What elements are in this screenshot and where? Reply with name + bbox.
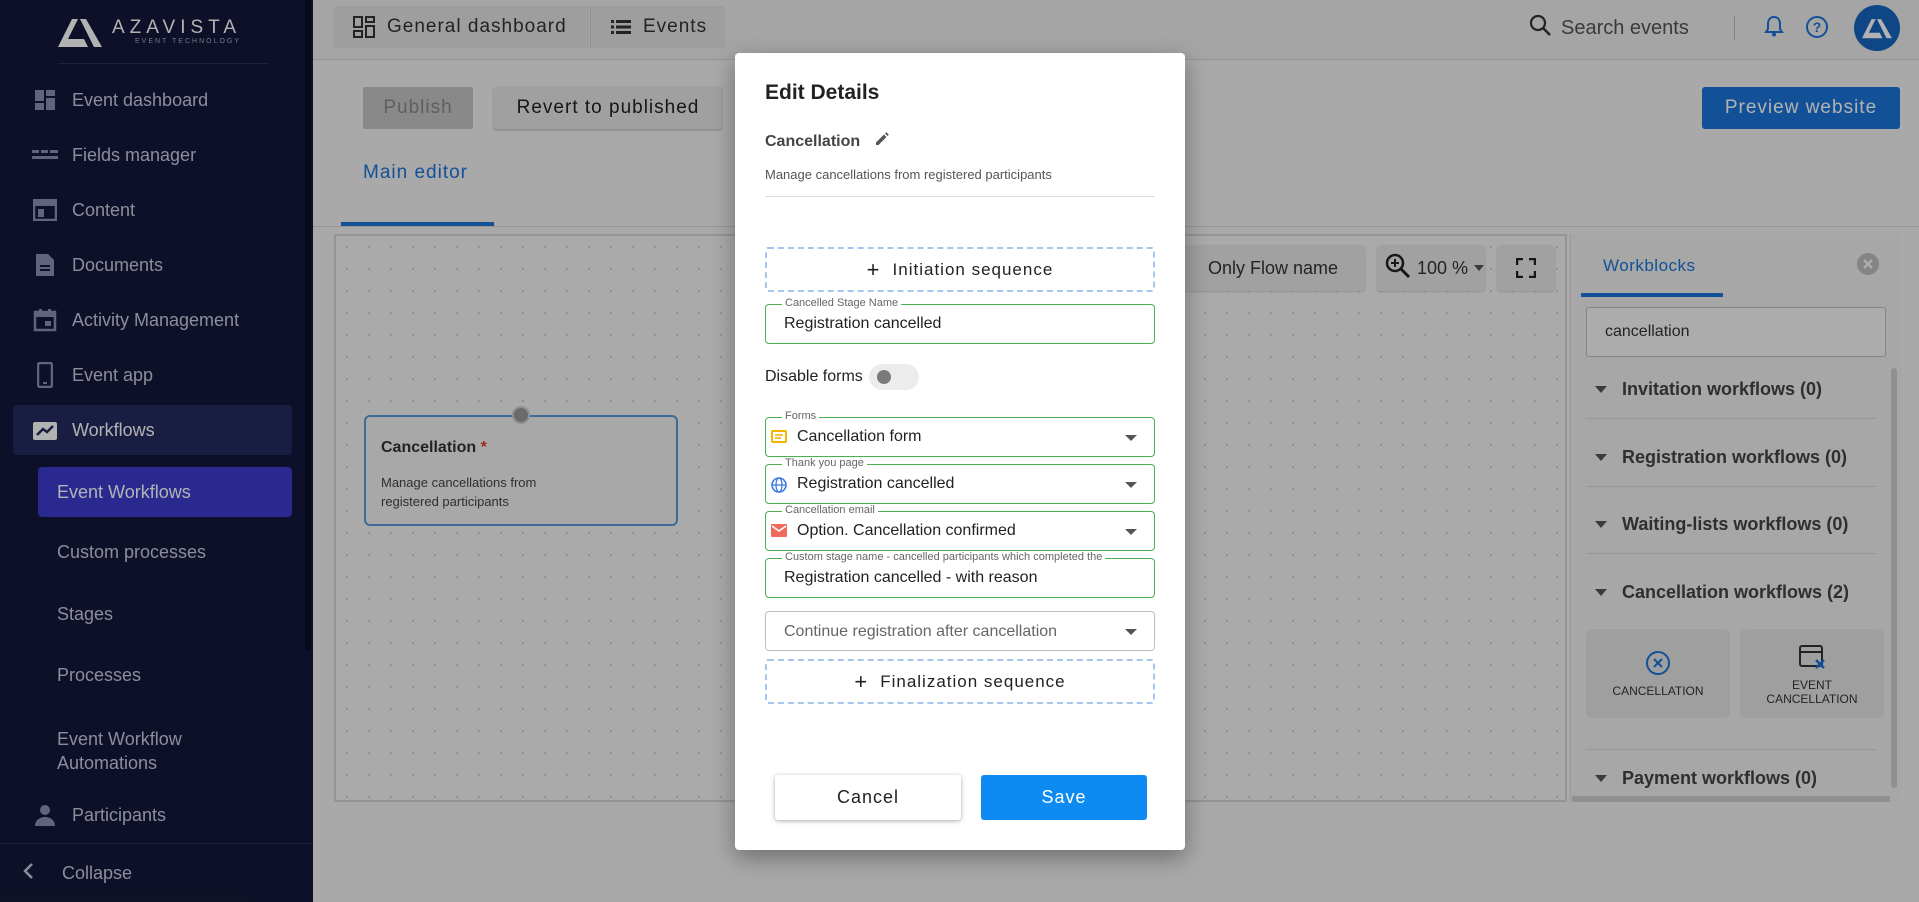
field-label: Cancelled Stage Name <box>782 297 902 309</box>
field-label: Custom stage name - cancelled participan… <box>782 551 1106 563</box>
globe-icon <box>771 477 787 498</box>
pencil-icon[interactable] <box>874 131 890 152</box>
field-value: Cancellation form <box>797 428 922 445</box>
plus-icon: + <box>866 256 881 282</box>
dialog-title: Edit Details <box>765 81 880 104</box>
disable-forms-toggle[interactable] <box>868 364 919 390</box>
toggle-knob <box>876 370 891 384</box>
divider <box>765 196 1155 197</box>
forms-select[interactable]: Forms Cancellation form <box>765 410 1155 457</box>
chevron-down-icon <box>1125 435 1137 441</box>
initiation-sequence-label: Initiation sequence <box>892 259 1054 279</box>
field-value: Option. Cancellation confirmed <box>797 522 1016 539</box>
save-button[interactable]: Save <box>981 775 1147 820</box>
cancel-button[interactable]: Cancel <box>775 775 961 820</box>
initiation-sequence-button[interactable]: + Initiation sequence <box>765 247 1155 292</box>
finalization-sequence-label: Finalization sequence <box>880 671 1066 691</box>
field-value: Registration cancelled <box>784 315 942 332</box>
cancellation-email-select[interactable]: Cancellation email Option. Cancellation … <box>765 504 1155 551</box>
select-placeholder: Continue registration after cancellation <box>784 623 1058 640</box>
workflow-name: Cancellation <box>765 131 890 152</box>
cancelled-stage-name-field[interactable]: Cancelled Stage Name Registration cancel… <box>765 297 1155 344</box>
finalization-sequence-button[interactable]: + Finalization sequence <box>765 659 1155 704</box>
workflow-name-text: Cancellation <box>765 132 861 150</box>
form-icon <box>771 430 787 448</box>
field-label: Thank you page <box>782 457 867 469</box>
mail-icon <box>771 524 787 542</box>
field-label: Forms <box>782 410 820 422</box>
chevron-down-icon <box>1125 629 1137 635</box>
custom-stage-name-field[interactable]: Custom stage name - cancelled participan… <box>765 551 1155 598</box>
thank-you-page-select[interactable]: Thank you page Registration cancelled <box>765 457 1155 504</box>
chevron-down-icon <box>1125 529 1137 535</box>
disable-forms-row: Disable forms <box>765 364 919 390</box>
edit-details-dialog: Edit Details Cancellation Manage cancell… <box>735 53 1185 850</box>
continue-registration-select[interactable]: Continue registration after cancellation <box>765 611 1155 651</box>
field-value: Registration cancelled - with reason <box>784 569 1038 586</box>
workflow-description: Manage cancellations from registered par… <box>765 167 1052 182</box>
field-value: Registration cancelled <box>797 475 955 492</box>
field-label: Cancellation email <box>782 504 878 516</box>
disable-forms-label: Disable forms <box>765 368 863 385</box>
chevron-down-icon <box>1125 482 1137 488</box>
plus-icon: + <box>854 668 869 694</box>
